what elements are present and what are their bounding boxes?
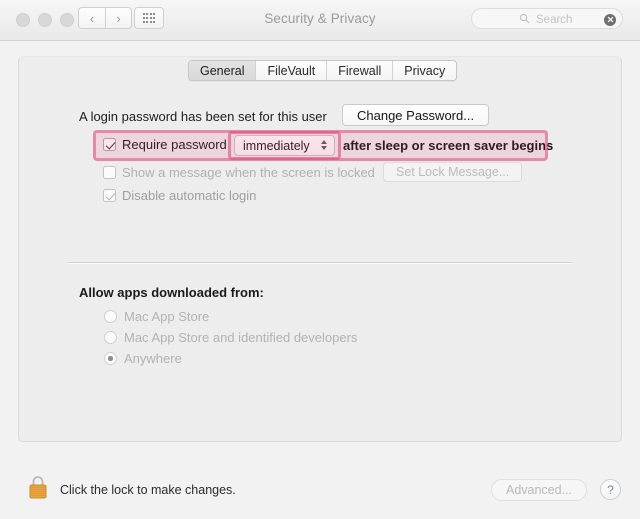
search-field[interactable]: [471, 8, 623, 29]
radio-identified-developers[interactable]: [104, 331, 117, 344]
radio-label-mac-app-store: Mac App Store: [124, 309, 209, 324]
radio-label-identified-developers: Mac App Store and identified developers: [124, 330, 357, 345]
require-password-label: Require password: [122, 137, 227, 152]
advanced-button[interactable]: Advanced...: [491, 479, 587, 501]
search-icon: [519, 13, 530, 24]
require-password-suffix-label: after sleep or screen saver begins: [343, 138, 553, 153]
require-password-checkbox[interactable]: [103, 138, 116, 151]
tab-filevault[interactable]: FileVault: [256, 61, 327, 80]
login-password-status-text: A login password has been set for this u…: [79, 109, 327, 124]
search-input[interactable]: [534, 9, 598, 30]
disable-auto-login-label: Disable automatic login: [122, 188, 256, 203]
password-delay-dropdown[interactable]: immediately: [234, 135, 335, 156]
change-password-button[interactable]: Change Password...: [342, 104, 489, 126]
help-button[interactable]: ?: [600, 479, 621, 500]
radio-label-anywhere: Anywhere: [124, 351, 182, 366]
section-divider: [68, 262, 572, 264]
password-delay-value: immediately: [243, 139, 310, 153]
radio-mac-app-store[interactable]: [104, 310, 117, 323]
window-titlebar: ‹ › Security & Privacy: [0, 0, 640, 41]
show-lock-message-row[interactable]: Show a message when the screen is locked: [103, 165, 375, 180]
lock-instruction-text: Click the lock to make changes.: [60, 483, 236, 497]
chevron-updown-icon: [321, 140, 327, 150]
tab-general[interactable]: General: [189, 61, 256, 80]
tab-bar: General FileVault Firewall Privacy: [188, 60, 457, 81]
tab-privacy[interactable]: Privacy: [393, 61, 456, 80]
show-lock-message-label: Show a message when the screen is locked: [122, 165, 375, 180]
allow-apps-option-anywhere[interactable]: Anywhere: [104, 351, 182, 366]
allow-apps-option-mac-app-store[interactable]: Mac App Store: [104, 309, 209, 324]
set-lock-message-button[interactable]: Set Lock Message...: [383, 162, 522, 182]
tab-firewall[interactable]: Firewall: [327, 61, 393, 80]
lock-closed-icon[interactable]: [26, 473, 50, 501]
allow-apps-option-identified-developers[interactable]: Mac App Store and identified developers: [104, 330, 357, 345]
radio-anywhere[interactable]: [104, 352, 117, 365]
system-preferences-window: ‹ › Security & Privacy: [0, 0, 640, 519]
disable-auto-login-checkbox[interactable]: [103, 189, 116, 202]
search-clear-button[interactable]: [604, 14, 616, 26]
show-lock-message-checkbox[interactable]: [103, 166, 116, 179]
allow-apps-title: Allow apps downloaded from:: [79, 285, 264, 300]
clear-icon: [607, 16, 614, 23]
disable-auto-login-row[interactable]: Disable automatic login: [103, 188, 256, 203]
require-password-row[interactable]: Require password: [103, 137, 227, 152]
